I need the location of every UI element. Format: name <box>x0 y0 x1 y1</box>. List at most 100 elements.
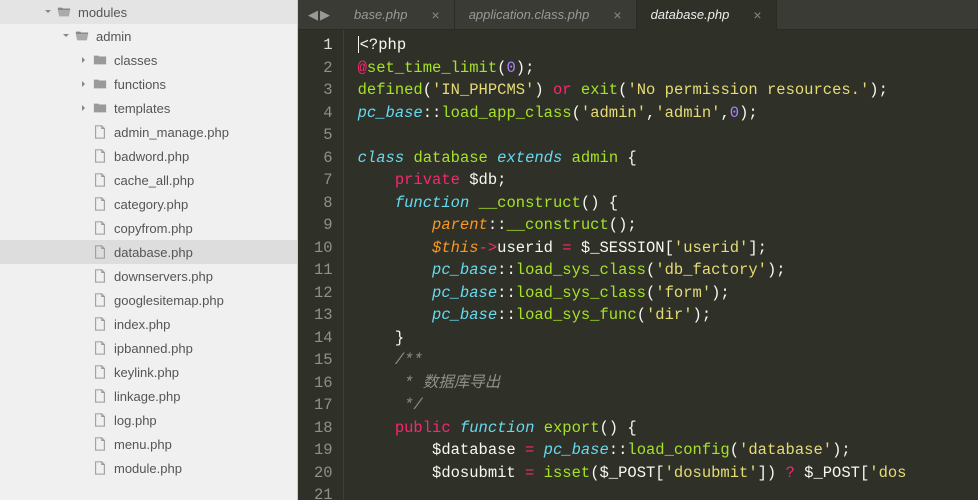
tree-item-downservers-php[interactable]: downservers.php <box>0 264 297 288</box>
chevron-right-icon[interactable] <box>78 102 90 114</box>
token: admin <box>572 149 619 167</box>
code-area[interactable]: 123456789101112131415161718192021 <?php@… <box>298 30 978 500</box>
chevron-down-icon[interactable] <box>60 30 72 42</box>
line-number: 6 <box>314 147 333 170</box>
token: function <box>460 419 534 437</box>
file-icon <box>92 220 108 236</box>
token <box>358 216 432 234</box>
folder-icon <box>92 52 108 68</box>
chevron-down-icon[interactable] <box>42 6 54 18</box>
nav-forward-icon[interactable]: ▶ <box>320 7 330 23</box>
line-number: 12 <box>314 282 333 305</box>
token: , <box>646 104 655 122</box>
code-line[interactable]: defined('IN_PHPCMS') or exit('No permiss… <box>358 79 978 102</box>
token <box>358 239 432 257</box>
token: 'dos <box>869 464 906 482</box>
token: function <box>395 194 469 212</box>
token: 'db_factory' <box>655 261 767 279</box>
token: ( <box>572 104 581 122</box>
chevron-right-icon[interactable] <box>78 54 90 66</box>
token: pc_base <box>358 104 423 122</box>
token <box>562 149 571 167</box>
token: load_sys_class <box>516 261 646 279</box>
token: ); <box>832 441 851 459</box>
tree-item-admin_manage-php[interactable]: admin_manage.php <box>0 120 297 144</box>
code-line[interactable]: @set_time_limit(0); <box>358 57 978 80</box>
code-line[interactable]: class database extends admin { <box>358 147 978 170</box>
file-icon <box>92 436 108 452</box>
token: :: <box>488 216 507 234</box>
file-icon <box>92 244 108 260</box>
code-line[interactable]: pc_base::load_sys_class('db_factory'); <box>358 259 978 282</box>
code-line[interactable]: /** <box>358 349 978 372</box>
tree-item-label: admin_manage.php <box>114 125 229 140</box>
close-icon[interactable]: × <box>613 7 621 23</box>
code-line[interactable]: public function export() { <box>358 417 978 440</box>
code-line[interactable] <box>358 124 978 147</box>
tree-item-copyfrom-php[interactable]: copyfrom.php <box>0 216 297 240</box>
tree-item-ipbanned-php[interactable]: ipbanned.php <box>0 336 297 360</box>
token: parent <box>432 216 488 234</box>
token <box>488 149 497 167</box>
tree-item-log-php[interactable]: log.php <box>0 408 297 432</box>
tree-item-label: log.php <box>114 413 157 428</box>
code-content[interactable]: <?php@set_time_limit(0);defined('IN_PHPC… <box>344 30 978 500</box>
token: or <box>553 81 572 99</box>
tree-item-index-php[interactable]: index.php <box>0 312 297 336</box>
code-line[interactable]: private $db; <box>358 169 978 192</box>
code-line[interactable]: } <box>358 327 978 350</box>
code-line[interactable]: pc_base::load_app_class('admin','admin',… <box>358 102 978 125</box>
token: ]; <box>748 239 767 257</box>
code-line[interactable]: function __construct() { <box>358 192 978 215</box>
close-icon[interactable]: × <box>432 7 440 23</box>
code-line[interactable]: <?php <box>358 34 978 57</box>
tree-item-admin[interactable]: admin <box>0 24 297 48</box>
token: set_time_limit <box>367 59 497 77</box>
code-line[interactable]: parent::__construct(); <box>358 214 978 237</box>
tab-database-php[interactable]: database.php× <box>637 0 777 30</box>
code-line[interactable]: pc_base::load_sys_func('dir'); <box>358 304 978 327</box>
tree-item-classes[interactable]: classes <box>0 48 297 72</box>
tree-item-category-php[interactable]: category.php <box>0 192 297 216</box>
line-number-gutter: 123456789101112131415161718192021 <box>298 30 344 500</box>
token: ( <box>646 261 655 279</box>
code-line[interactable]: */ <box>358 394 978 417</box>
tab-label: application.class.php <box>469 7 590 22</box>
line-number: 14 <box>314 327 333 350</box>
tree-item-modules[interactable]: modules <box>0 0 297 24</box>
tree-item-cache_all-php[interactable]: cache_all.php <box>0 168 297 192</box>
tree-item-label: module.php <box>114 461 182 476</box>
code-line[interactable]: $dosubmit = isset($_POST['dosubmit']) ? … <box>358 462 978 485</box>
tree-item-googlesitemap-php[interactable]: googlesitemap.php <box>0 288 297 312</box>
tree-item-database-php[interactable]: database.php <box>0 240 297 264</box>
close-icon[interactable]: × <box>753 7 761 23</box>
code-line[interactable]: * 数据库导出 <box>358 372 978 395</box>
tree-item-badword-php[interactable]: badword.php <box>0 144 297 168</box>
tree-item-linkage-php[interactable]: linkage.php <box>0 384 297 408</box>
tree-item-menu-php[interactable]: menu.php <box>0 432 297 456</box>
nav-back-icon[interactable]: ◀ <box>308 7 318 23</box>
token: 'userid' <box>674 239 748 257</box>
tab-application-class-php[interactable]: application.class.php × <box>455 0 637 30</box>
code-line[interactable]: $database = pc_base::load_config('databa… <box>358 439 978 462</box>
code-line[interactable]: pc_base::load_sys_class('form'); <box>358 282 978 305</box>
token: $_POST[ <box>795 464 869 482</box>
tree-item-module-php[interactable]: module.php <box>0 456 297 480</box>
code-line[interactable]: $this->userid = $_SESSION['userid']; <box>358 237 978 260</box>
text-cursor <box>358 36 359 53</box>
tree-item-templates[interactable]: templates <box>0 96 297 120</box>
tab-base-php[interactable]: base.php× <box>340 0 455 30</box>
token: :: <box>497 284 516 302</box>
tree-item-functions[interactable]: functions <box>0 72 297 96</box>
file-explorer-sidebar[interactable]: modulesadminclassesfunctionstemplates adm… <box>0 0 298 500</box>
token: pc_base <box>432 261 497 279</box>
tree-item-keylink-php[interactable]: keylink.php <box>0 360 297 384</box>
tree-item-label: index.php <box>114 317 170 332</box>
file-icon <box>92 196 108 212</box>
token: load_app_class <box>441 104 571 122</box>
folder-icon <box>92 100 108 116</box>
token: 'dir' <box>646 306 693 324</box>
token: __construct <box>479 194 581 212</box>
chevron-right-icon[interactable] <box>78 78 90 90</box>
token: :: <box>423 104 442 122</box>
